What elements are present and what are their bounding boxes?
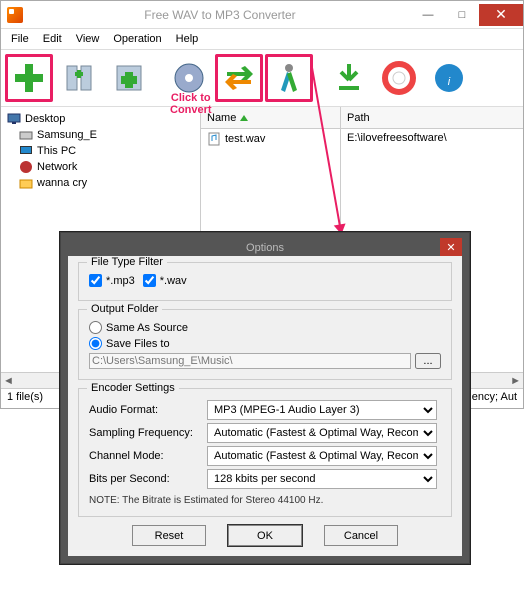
- maximize-button[interactable]: □: [445, 4, 479, 26]
- output-folder-group: Output Folder Same As Source Save Files …: [78, 309, 452, 380]
- status-file-count: 1 file(s): [7, 391, 67, 406]
- file-type-filter-group: File Type Filter *.mp3 *.wav: [78, 262, 452, 301]
- menu-file[interactable]: File: [11, 33, 29, 45]
- bits-per-second-select[interactable]: 128 kbits per second: [207, 469, 437, 489]
- tree-item[interactable]: This PC: [5, 143, 196, 159]
- toolbar: i: [1, 50, 523, 107]
- window-title: Free WAV to MP3 Converter: [29, 8, 411, 22]
- bitrate-note: NOTE: The Bitrate is Estimated for Stere…: [89, 495, 441, 506]
- settings-button[interactable]: [265, 54, 313, 102]
- channel-mode-select[interactable]: Automatic (Fastest & Optimal Way, Recomm…: [207, 446, 437, 466]
- options-dialog: Options ✕ File Type Filter *.mp3 *.wav O…: [60, 232, 470, 564]
- sampling-freq-select[interactable]: Automatic (Fastest & Optimal Way, Recomm…: [207, 423, 437, 443]
- add-file-button[interactable]: [5, 54, 53, 102]
- audio-format-label: Audio Format:: [89, 404, 199, 416]
- tree-item[interactable]: Network: [5, 159, 196, 175]
- output-path-input[interactable]: [89, 353, 411, 369]
- sampling-freq-label: Sampling Frequency:: [89, 427, 199, 439]
- cd-button[interactable]: [165, 54, 213, 102]
- column-header-path[interactable]: Path: [341, 107, 523, 129]
- titlebar: Free WAV to MP3 Converter — □ ✕: [1, 1, 523, 29]
- channel-mode-label: Channel Mode:: [89, 450, 199, 462]
- close-button[interactable]: ✕: [479, 4, 523, 26]
- tree-item[interactable]: Samsung_E: [5, 127, 196, 143]
- column-header-name[interactable]: Name: [201, 107, 340, 129]
- reset-button[interactable]: Reset: [132, 525, 206, 546]
- pc-icon: [19, 144, 33, 158]
- audio-format-select[interactable]: MP3 (MPEG-1 Audio Layer 3): [207, 400, 437, 420]
- menu-help[interactable]: Help: [176, 33, 199, 45]
- add-folder-button[interactable]: [105, 54, 153, 102]
- tree-item[interactable]: wanna cry: [5, 175, 196, 191]
- desktop-icon: [7, 112, 21, 126]
- sort-asc-icon: [240, 115, 248, 121]
- app-icon: [7, 7, 23, 23]
- drive-icon: [19, 128, 33, 142]
- audio-file-icon: [207, 132, 221, 146]
- help-lifebuoy-button[interactable]: [375, 54, 423, 102]
- info-button[interactable]: i: [425, 54, 473, 102]
- bits-per-second-label: Bits per Second:: [89, 473, 199, 485]
- convert-button[interactable]: [215, 54, 263, 102]
- scroll-right-icon[interactable]: ►: [510, 375, 521, 387]
- list-item[interactable]: test.wav: [207, 131, 334, 147]
- scroll-left-icon[interactable]: ◄: [3, 375, 14, 387]
- menu-edit[interactable]: Edit: [43, 33, 62, 45]
- folder-icon: [19, 176, 33, 190]
- filter-mp3-checkbox[interactable]: *.mp3: [89, 274, 135, 287]
- menu-operation[interactable]: Operation: [113, 33, 161, 45]
- list-item-path[interactable]: E:\ilovefreesoftware\: [347, 131, 517, 145]
- ok-button[interactable]: OK: [228, 525, 302, 546]
- encoder-settings-group: Encoder Settings Audio Format: MP3 (MPEG…: [78, 388, 452, 517]
- tree-root[interactable]: Desktop: [5, 111, 196, 127]
- menu-view[interactable]: View: [76, 33, 100, 45]
- cancel-button[interactable]: Cancel: [324, 525, 398, 546]
- filter-wav-checkbox[interactable]: *.wav: [143, 274, 187, 287]
- dialog-titlebar: Options ✕: [68, 240, 462, 256]
- browse-button[interactable]: ...: [415, 353, 441, 369]
- network-icon: [19, 160, 33, 174]
- download-button[interactable]: [325, 54, 373, 102]
- minimize-button[interactable]: —: [411, 4, 445, 26]
- add-multi-button[interactable]: [55, 54, 103, 102]
- save-files-to-radio[interactable]: Save Files to: [89, 337, 170, 350]
- menubar: File Edit View Operation Help: [1, 29, 523, 50]
- same-as-source-radio[interactable]: Same As Source: [89, 321, 188, 334]
- dialog-close-button[interactable]: ✕: [440, 238, 462, 256]
